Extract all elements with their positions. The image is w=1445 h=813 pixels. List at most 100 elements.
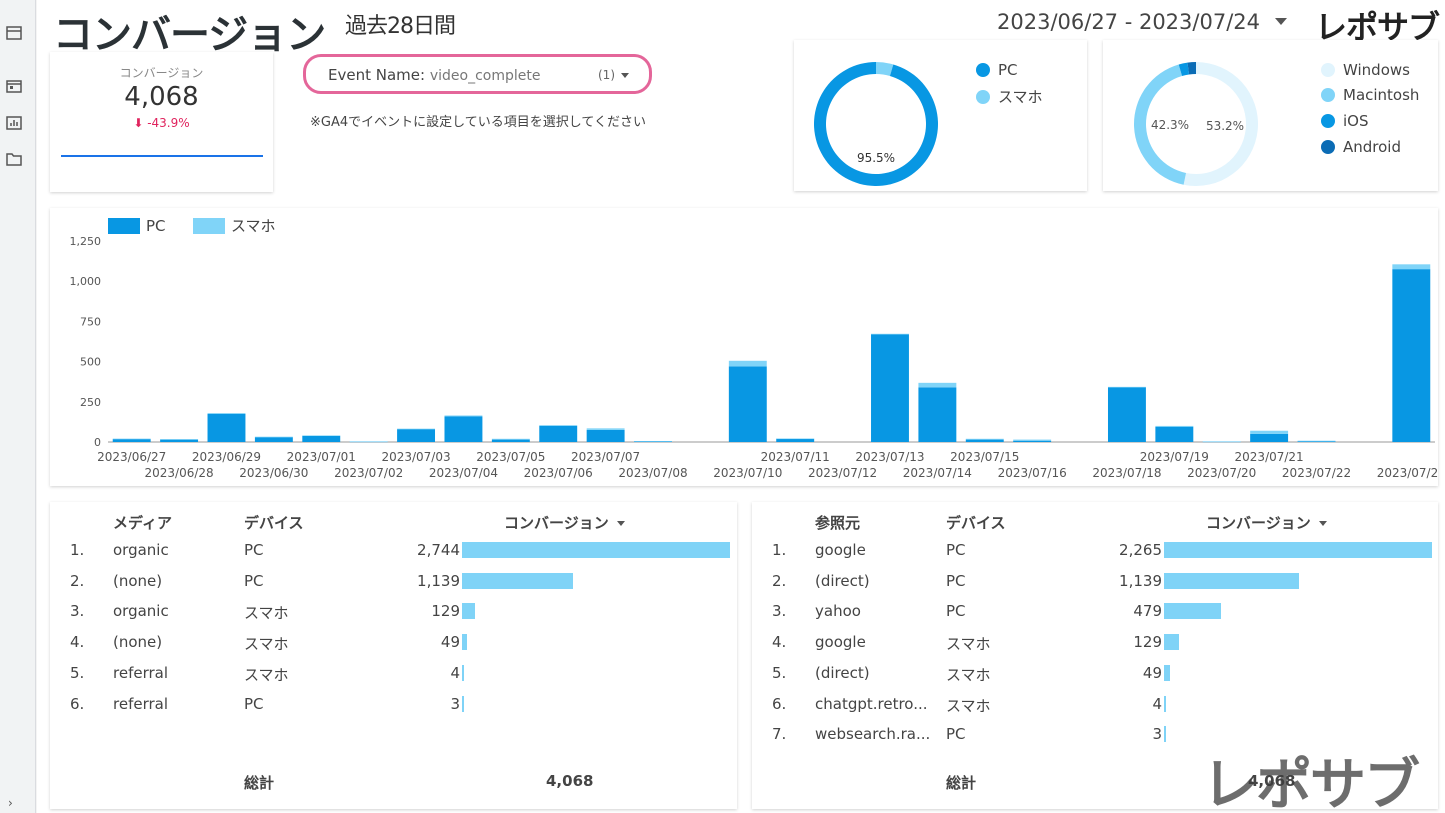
bar-sp[interactable]: [1392, 264, 1431, 270]
row-rank: 5.: [772, 663, 787, 682]
date-range-picker[interactable]: 2023/06/27 - 2023/07/24: [997, 10, 1260, 34]
row-rank: 1.: [70, 541, 85, 559]
row-value: 49: [440, 633, 460, 652]
store-icon[interactable]: [6, 26, 22, 40]
bar-pc[interactable]: [444, 416, 483, 442]
sidebar-expand-button[interactable]: ›: [8, 796, 13, 810]
bar-pc[interactable]: [302, 435, 341, 442]
bar-pc[interactable]: [1013, 440, 1052, 442]
row-dim2: PC: [946, 602, 966, 621]
period-label: 過去28日間: [345, 14, 456, 39]
col-header-dim2[interactable]: デバイス: [946, 512, 1006, 533]
table-row[interactable]: 4. google スマホ 129: [752, 627, 1438, 657]
bar-sp[interactable]: [965, 438, 1004, 440]
table-row[interactable]: 1. organic PC 2,744: [50, 535, 737, 565]
bar-pc[interactable]: [397, 429, 436, 442]
bar-pc[interactable]: [965, 439, 1004, 442]
row-dim2: スマホ: [244, 635, 289, 654]
bar-pc[interactable]: [1250, 433, 1289, 442]
legend-label-pc: PC: [998, 61, 1018, 79]
bar-sp[interactable]: [871, 333, 909, 335]
bar-pc[interactable]: [776, 438, 815, 442]
bar-sp[interactable]: [444, 415, 483, 417]
col-header-metric[interactable]: コンバージョン: [504, 512, 625, 533]
legend-item-ios[interactable]: iOS: [1321, 112, 1369, 130]
table-row[interactable]: 2. (none) PC 1,139: [50, 566, 737, 596]
bar-sp[interactable]: [634, 441, 672, 442]
bar-pc[interactable]: [586, 429, 625, 442]
bar-pc[interactable]: [112, 439, 151, 442]
row-dim2: スマホ: [946, 635, 991, 654]
table-row[interactable]: 3. yahoo PC 479: [752, 596, 1438, 626]
bar-sp[interactable]: [397, 428, 436, 430]
legend-item-macintosh[interactable]: Macintosh: [1321, 86, 1419, 104]
col-header-metric[interactable]: コンバージョン: [1206, 512, 1327, 533]
bar-pc[interactable]: [254, 437, 293, 442]
table-row[interactable]: 4. (none) スマホ 49: [50, 627, 737, 657]
col-header-dim2-label: デバイス: [244, 514, 304, 532]
chevron-down-icon[interactable]: [1275, 18, 1287, 25]
bar-sp[interactable]: [918, 382, 957, 388]
bar-chart-icon[interactable]: [6, 116, 22, 130]
folder-icon[interactable]: [6, 152, 22, 166]
row-value-bar: [1164, 695, 1166, 712]
row-value-bar: [462, 695, 464, 712]
total-value: 4,068: [546, 772, 594, 790]
event-name-filter[interactable]: Event Name: video_complete (1): [303, 54, 652, 94]
legend-item-pc[interactable]: PC: [976, 61, 1018, 79]
donut-slice-pc[interactable]: [814, 62, 938, 186]
bar-sp[interactable]: [254, 436, 293, 438]
bar-sp[interactable]: [728, 360, 767, 367]
bar-pc[interactable]: [1107, 387, 1146, 442]
bar-pc[interactable]: [728, 366, 767, 442]
bar-sp[interactable]: [491, 438, 530, 440]
legend-label-sp: スマホ: [231, 217, 276, 235]
sort-desc-icon[interactable]: [616, 521, 625, 526]
bar-pc[interactable]: [918, 387, 957, 442]
calendar-icon[interactable]: [6, 79, 22, 93]
table-row[interactable]: 2. (direct) PC 1,139: [752, 566, 1438, 596]
col-header-dim1[interactable]: メディア: [113, 512, 172, 533]
table-row[interactable]: 6. referral PC 3: [50, 689, 737, 719]
bar-sp[interactable]: [776, 438, 815, 440]
bar-sp[interactable]: [1013, 439, 1052, 441]
legend-swatch-android: [1321, 140, 1335, 154]
bar-pc[interactable]: [539, 425, 578, 442]
bar-sp[interactable]: [1297, 440, 1336, 442]
legend-item-sp[interactable]: スマホ: [976, 86, 1043, 107]
bar-sp[interactable]: [1250, 430, 1289, 434]
x-tick-label: 2023/07/06: [524, 466, 593, 480]
table-row[interactable]: 6. chatgpt.retro... スマホ 4: [752, 689, 1438, 719]
bar-pc[interactable]: [1155, 426, 1194, 442]
chevron-down-icon[interactable]: [621, 73, 629, 78]
kpi-delta-value: -43.9%: [147, 116, 190, 130]
bar-pc[interactable]: [160, 439, 199, 442]
bar-sp[interactable]: [302, 435, 341, 437]
row-dim1: referral: [113, 663, 169, 682]
row-value-bar: [1164, 726, 1166, 743]
col-header-dim2[interactable]: デバイス: [244, 512, 304, 533]
bar-sp[interactable]: [112, 438, 151, 440]
row-value: 4: [1152, 694, 1162, 713]
bar-pc[interactable]: [871, 334, 909, 442]
bar-sp[interactable]: [207, 413, 246, 414]
legend-item-windows[interactable]: Windows: [1321, 61, 1410, 79]
bar-pc[interactable]: [491, 439, 530, 442]
table-row[interactable]: 3. organic スマホ 129: [50, 596, 737, 626]
table-row[interactable]: 1. google PC 2,265: [752, 535, 1438, 565]
bar-sp[interactable]: [586, 428, 625, 430]
sort-desc-icon[interactable]: [1318, 521, 1327, 526]
bar-sp[interactable]: [349, 441, 388, 442]
col-header-dim1[interactable]: 参照元: [815, 512, 860, 533]
bar-sp[interactable]: [539, 425, 578, 426]
bar-pc[interactable]: [1392, 269, 1431, 442]
bar-sp[interactable]: [160, 439, 199, 440]
bar-sp[interactable]: [1202, 441, 1241, 442]
table-row[interactable]: 5. referral スマホ 4: [50, 658, 737, 688]
bar-sp[interactable]: [1107, 386, 1146, 388]
table-row[interactable]: 5. (direct) スマホ 49: [752, 658, 1438, 688]
bar-pc[interactable]: [207, 413, 246, 442]
bar-sp[interactable]: [1155, 425, 1194, 427]
legend-item-android[interactable]: Android: [1321, 138, 1401, 156]
bar-pc[interactable]: [1297, 441, 1336, 442]
